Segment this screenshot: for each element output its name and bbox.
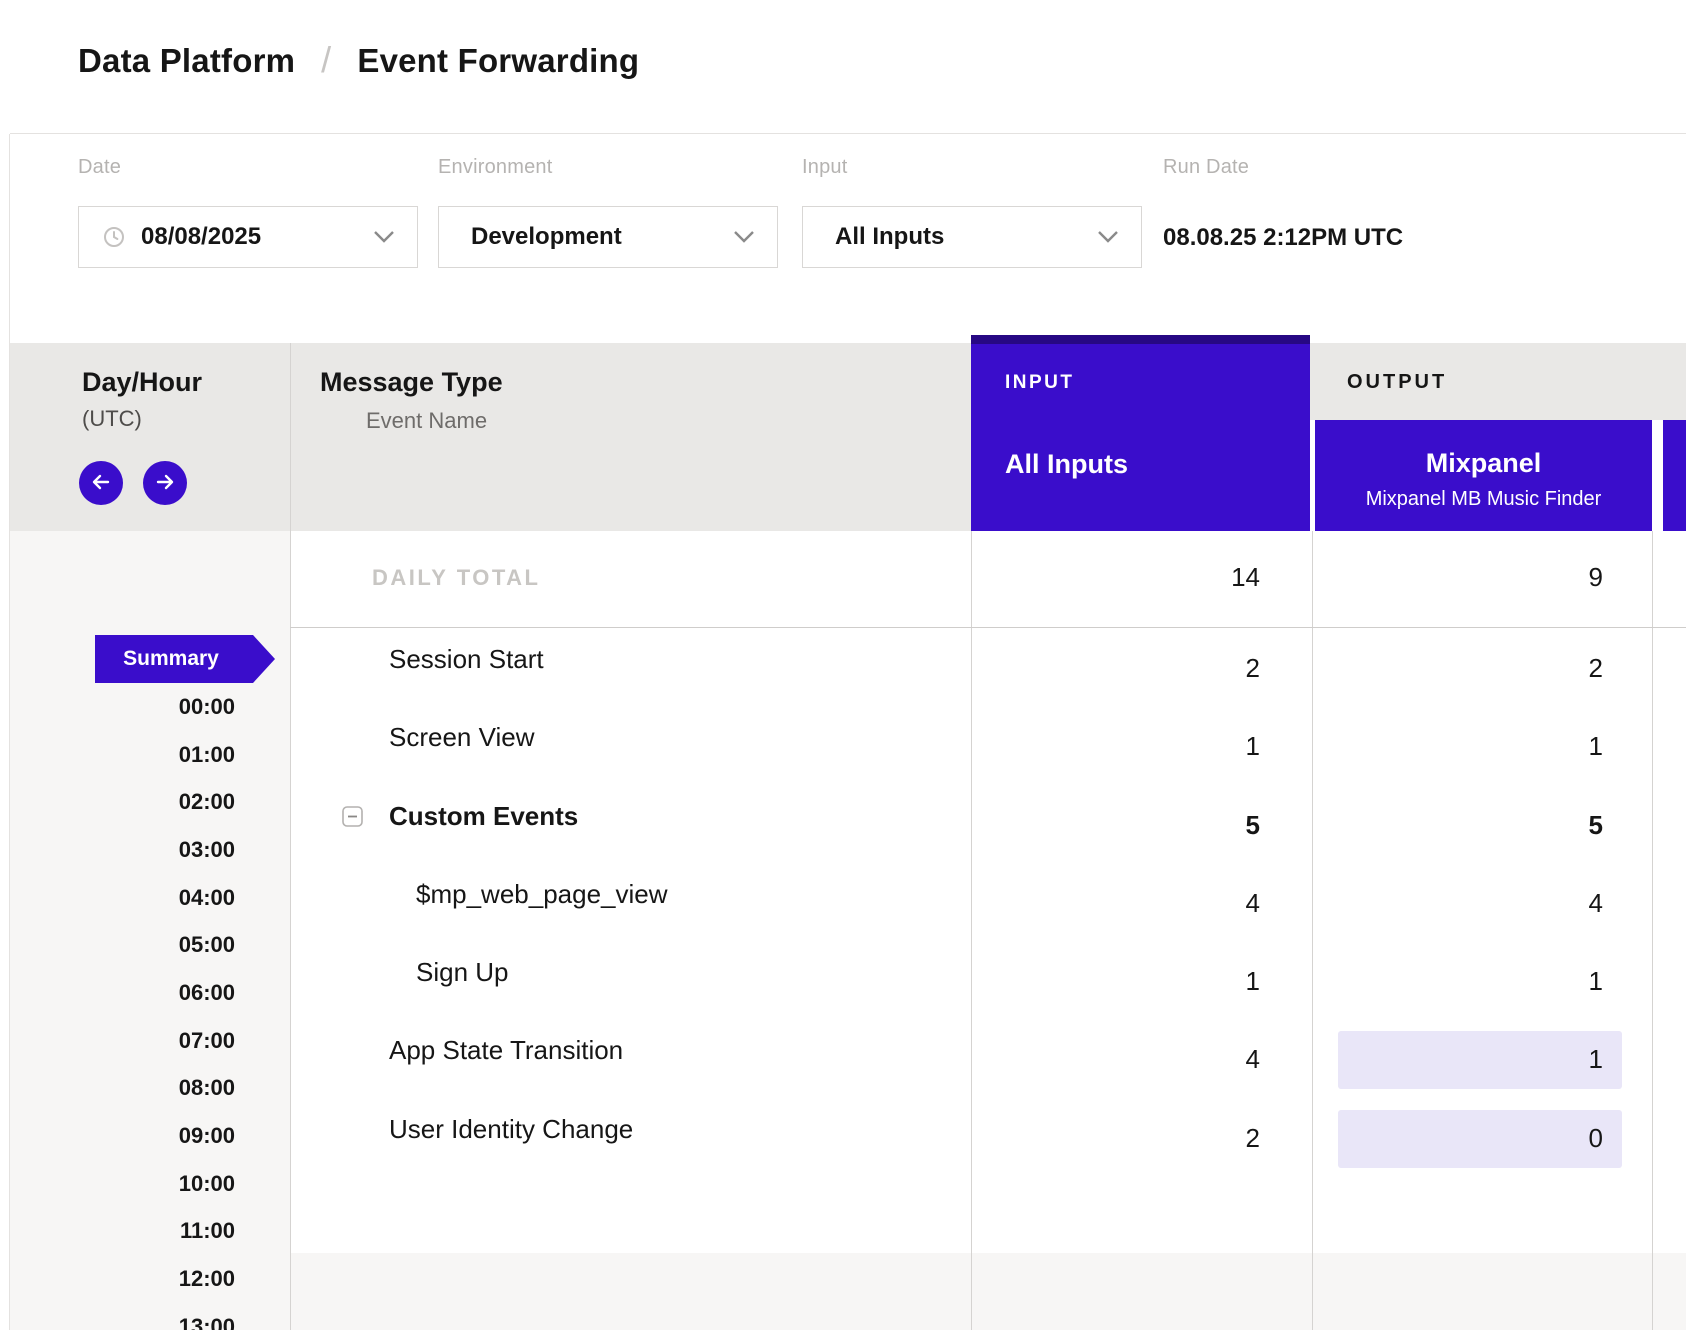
- hour-slot[interactable]: 10:00: [10, 1171, 235, 1197]
- day-hour-column-title: Day/Hour: [82, 367, 202, 398]
- sidebar-divider: [290, 343, 291, 1330]
- header-divider: [10, 133, 1686, 134]
- input-column-name: All Inputs: [1005, 449, 1128, 480]
- hour-slot[interactable]: 12:00: [10, 1266, 235, 1292]
- input-filter-label: Input: [802, 156, 847, 179]
- environment-value: Development: [471, 223, 622, 251]
- day-hour-timezone: (UTC): [82, 406, 142, 432]
- chevron-down-icon: [1097, 230, 1119, 244]
- output-column-border: [1652, 531, 1653, 1330]
- output-column-header-mixpanel[interactable]: Mixpanel Mixpanel MB Music Finder: [1315, 420, 1652, 531]
- hour-slot[interactable]: 04:00: [10, 885, 235, 911]
- hour-slot[interactable]: 08:00: [10, 1075, 235, 1101]
- input-value: All Inputs: [835, 223, 944, 251]
- environment-filter-label: Environment: [438, 156, 552, 179]
- output-column-subtitle: Mixpanel MB Music Finder: [1315, 488, 1652, 511]
- column-gap: [1310, 420, 1315, 531]
- clock-icon: [103, 226, 125, 248]
- breadcrumb-separator: /: [321, 39, 331, 81]
- chevron-down-icon: [373, 230, 395, 244]
- input-count-cell: 1: [990, 731, 1260, 762]
- breadcrumb-parent[interactable]: Data Platform: [78, 42, 295, 80]
- output-column-header-partial[interactable]: [1663, 420, 1686, 531]
- hour-slot[interactable]: 07:00: [10, 1028, 235, 1054]
- output-count-cell: 0: [1333, 1123, 1603, 1154]
- event-row-label[interactable]: $mp_web_page_view: [416, 879, 668, 910]
- hour-slot[interactable]: 09:00: [10, 1123, 235, 1149]
- event-row-label[interactable]: App State Transition: [389, 1035, 623, 1066]
- input-count-cell: 2: [990, 1123, 1260, 1154]
- chevron-down-icon: [733, 230, 755, 244]
- input-count-cell: 5: [990, 810, 1260, 841]
- run-date-value: 08.08.25 2:12PM UTC: [1163, 224, 1403, 252]
- environment-dropdown[interactable]: Development: [438, 206, 778, 268]
- event-row-label[interactable]: Sign Up: [416, 957, 509, 988]
- output-count-cell: 2: [1333, 653, 1603, 684]
- output-count-cell: 5: [1333, 810, 1603, 841]
- event-forwarding-page: Data Platform / Event Forwarding Date En…: [0, 0, 1686, 1330]
- input-count-cell: 4: [990, 888, 1260, 919]
- hour-slot[interactable]: 05:00: [10, 932, 235, 958]
- input-column-header[interactable]: INPUT All Inputs: [971, 335, 1310, 531]
- arrow-right-icon: [153, 470, 177, 497]
- input-column-accent-strip: [971, 335, 1310, 344]
- input-column-border: [971, 531, 972, 1330]
- hour-slot[interactable]: 11:00: [10, 1218, 235, 1244]
- run-date-label: Run Date: [1163, 156, 1249, 179]
- date-filter-label: Date: [78, 156, 121, 179]
- output-column-border: [1312, 531, 1313, 1330]
- breadcrumb: Data Platform / Event Forwarding: [78, 40, 639, 82]
- input-section-label: INPUT: [1005, 372, 1075, 394]
- message-type-column-title: Message Type: [320, 367, 503, 398]
- next-day-button[interactable]: [143, 461, 187, 505]
- date-dropdown[interactable]: 08/08/2025: [78, 206, 418, 268]
- input-count-cell: 1: [990, 966, 1260, 997]
- hour-slot[interactable]: 00:00: [10, 694, 235, 720]
- event-row-label[interactable]: Custom Events: [389, 801, 578, 832]
- event-row-label[interactable]: User Identity Change: [389, 1114, 633, 1145]
- summary-row-tag[interactable]: Summary: [95, 635, 275, 683]
- output-count-cell: 1: [1333, 1044, 1603, 1075]
- hour-slot[interactable]: 03:00: [10, 837, 235, 863]
- column-gap: [1652, 420, 1663, 531]
- event-row-label[interactable]: Screen View: [389, 722, 535, 753]
- table-footer-area: [290, 1253, 1686, 1330]
- output-count-cell: 4: [1333, 888, 1603, 919]
- summary-label: Summary: [123, 647, 219, 671]
- daily-total-divider: [290, 627, 1686, 628]
- output-column-name: Mixpanel: [1315, 448, 1652, 479]
- hour-slot[interactable]: 06:00: [10, 980, 235, 1006]
- previous-day-button[interactable]: [79, 461, 123, 505]
- output-section-label: OUTPUT: [1347, 371, 1447, 394]
- input-count-cell: 2: [990, 653, 1260, 684]
- output-count-cell: 1: [1333, 731, 1603, 762]
- page-title: Event Forwarding: [357, 42, 639, 80]
- hour-slot[interactable]: 02:00: [10, 789, 235, 815]
- input-dropdown[interactable]: All Inputs: [802, 206, 1142, 268]
- daily-total-output-value: 9: [1333, 562, 1603, 593]
- event-name-subtitle: Event Name: [366, 408, 487, 434]
- output-count-cell: 1: [1333, 966, 1603, 997]
- minus-square-collapse-icon[interactable]: [342, 806, 363, 827]
- daily-total-input-value: 14: [990, 562, 1260, 593]
- event-row-label[interactable]: Session Start: [389, 644, 544, 675]
- input-count-cell: 4: [990, 1044, 1260, 1075]
- hour-slot[interactable]: 01:00: [10, 742, 235, 768]
- daily-total-label: DAILY TOTAL: [372, 565, 540, 591]
- hour-slot[interactable]: 13:00: [10, 1314, 235, 1330]
- date-value: 08/08/2025: [141, 223, 261, 251]
- arrow-left-icon: [89, 470, 113, 497]
